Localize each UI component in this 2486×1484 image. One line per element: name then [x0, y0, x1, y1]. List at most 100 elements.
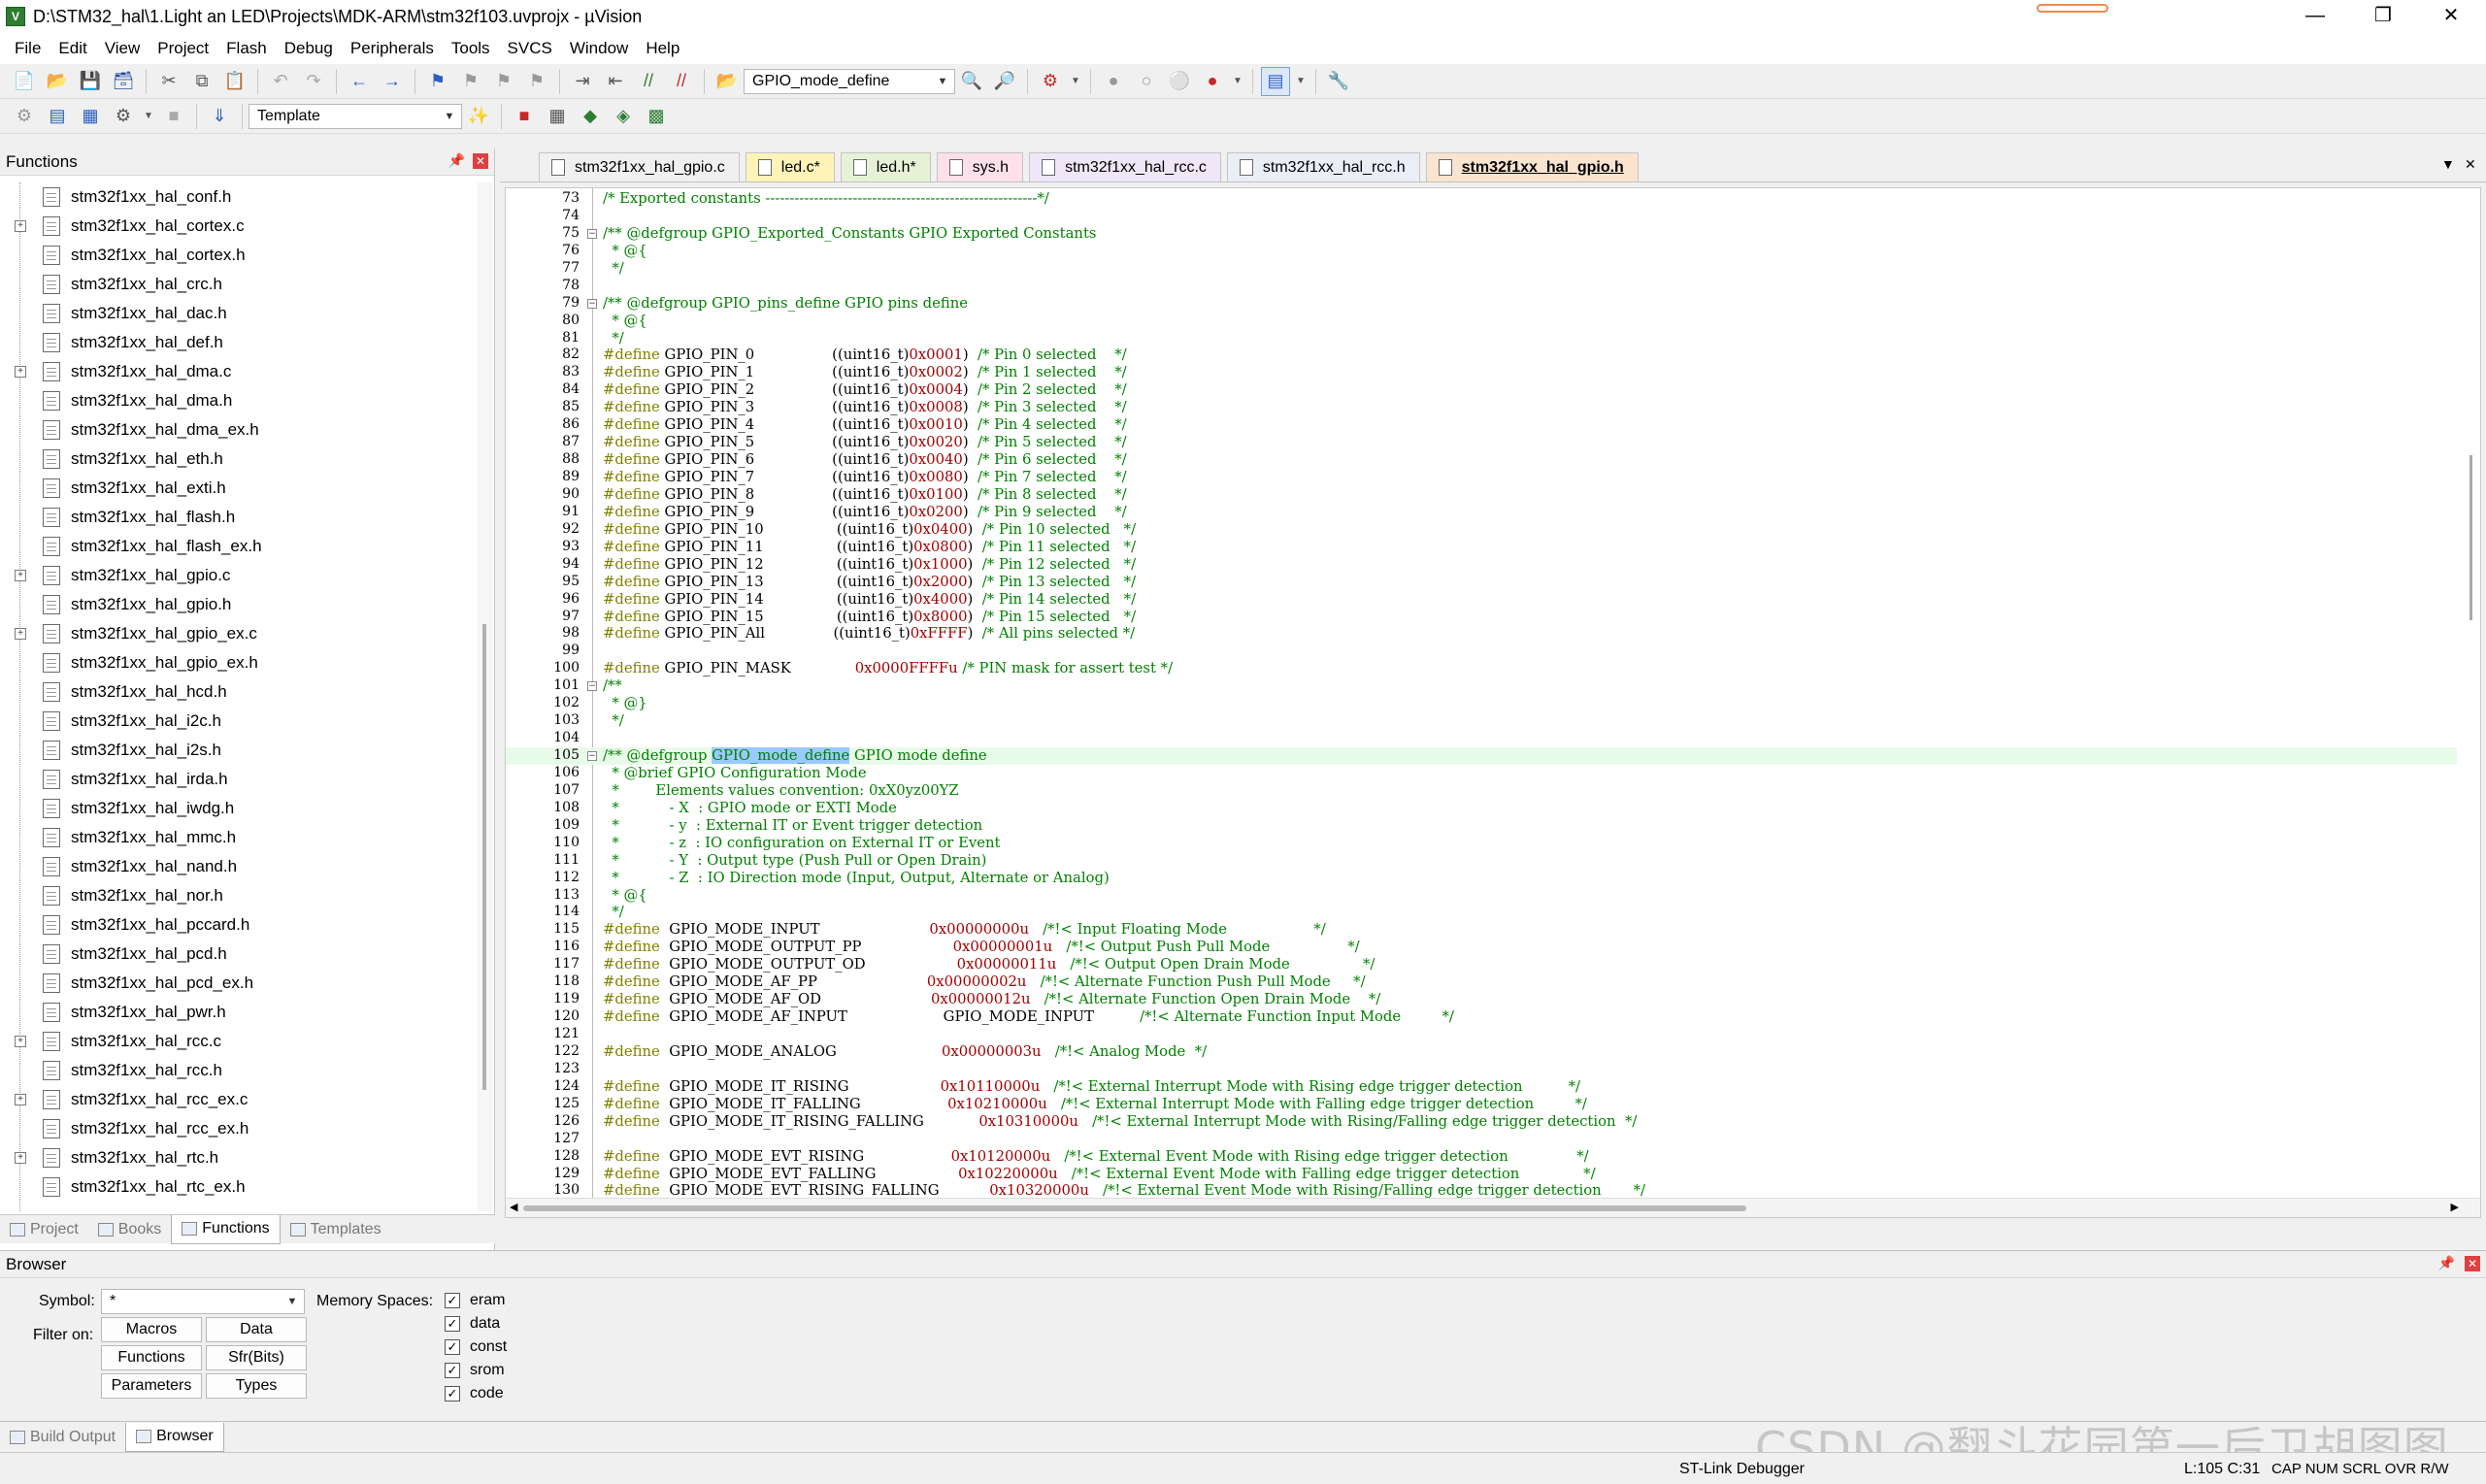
- breakpoint-icon[interactable]: ●: [1099, 67, 1128, 96]
- kill-all-breakpoints-icon[interactable]: ●: [1198, 67, 1227, 96]
- target-options-icon[interactable]: ✨: [464, 102, 493, 131]
- open-file-icon[interactable]: 📂: [43, 67, 72, 96]
- editor-tab[interactable]: stm32f1xx_hal_rcc.h: [1226, 152, 1420, 181]
- pin-icon[interactable]: 📌: [2438, 1255, 2455, 1271]
- tree-item[interactable]: stm32f1xx_hal_flash.h: [0, 503, 478, 532]
- editor-tab[interactable]: stm32f1xx_hal_rcc.c: [1029, 152, 1221, 181]
- menu-flash[interactable]: Flash: [217, 39, 276, 58]
- scroll-thumb[interactable]: [523, 1205, 1746, 1211]
- symbol-combo[interactable]: * ▼: [101, 1289, 305, 1314]
- menu-view[interactable]: View: [96, 39, 149, 58]
- file-extensions-icon[interactable]: ■: [510, 102, 539, 131]
- scroll-left-icon[interactable]: ◀: [510, 1201, 517, 1213]
- chevron-down-icon[interactable]: ▼: [282, 1292, 302, 1311]
- tab-books[interactable]: Books: [88, 1215, 171, 1244]
- tree-item[interactable]: stm32f1xx_hal_rcc.h: [0, 1056, 478, 1085]
- fold-icon[interactable]: −: [587, 681, 597, 692]
- disable-breakpoint-icon[interactable]: ○: [1132, 67, 1161, 96]
- vertical-scrollbar[interactable]: [2463, 188, 2480, 1198]
- find-icon[interactable]: 🔍: [957, 67, 986, 96]
- minimize-button[interactable]: —: [2281, 0, 2349, 33]
- comment-icon[interactable]: //: [634, 67, 663, 96]
- close-icon[interactable]: ✕: [473, 153, 488, 169]
- tree-item[interactable]: + stm32f1xx_hal_gpio_ex.c: [0, 619, 478, 648]
- expand-icon[interactable]: +: [15, 1152, 26, 1164]
- disable-all-breakpoints-icon[interactable]: ⚪: [1165, 67, 1194, 96]
- tree-item[interactable]: stm32f1xx_hal_pwr.h: [0, 998, 478, 1027]
- incremental-find-icon[interactable]: 🔎: [990, 67, 1019, 96]
- scroll-right-icon[interactable]: ▶: [2451, 1201, 2459, 1213]
- tab-project[interactable]: Project: [0, 1215, 88, 1244]
- manage-components-icon[interactable]: ▦: [543, 102, 572, 131]
- expand-icon[interactable]: +: [15, 1094, 26, 1105]
- tree-item[interactable]: + stm32f1xx_hal_rcc.c: [0, 1027, 478, 1056]
- memory-const-checkbox[interactable]: ✓: [445, 1339, 460, 1355]
- menu-svcs[interactable]: SVCS: [499, 39, 561, 58]
- memory-data-checkbox[interactable]: ✓: [445, 1316, 460, 1332]
- editor-tab[interactable]: stm32f1xx_hal_gpio.c: [539, 152, 740, 181]
- rte-icon[interactable]: ◆: [576, 102, 605, 131]
- save-icon[interactable]: 💾: [76, 67, 105, 96]
- configure-icon[interactable]: 🔧: [1324, 67, 1353, 96]
- tree-item[interactable]: + stm32f1xx_hal_rcc_ex.c: [0, 1085, 478, 1114]
- find-combo[interactable]: GPIO_mode_define ▼: [744, 68, 955, 94]
- editor-tab[interactable]: sys.h: [936, 152, 1024, 181]
- close-tab-icon[interactable]: ✕: [2465, 156, 2476, 173]
- download-icon[interactable]: ⇓: [205, 102, 234, 131]
- save-all-icon[interactable]: 🗃: [109, 67, 138, 96]
- editor-tab[interactable]: led.h*: [840, 152, 931, 181]
- tree-item[interactable]: stm32f1xx_hal_crc.h: [0, 270, 478, 299]
- tree-item[interactable]: stm32f1xx_hal_cortex.h: [0, 241, 478, 270]
- tab-templates[interactable]: Templates: [281, 1215, 391, 1244]
- build-icon[interactable]: ▤: [43, 102, 72, 131]
- chevron-down-icon[interactable]: ▼: [1231, 67, 1244, 96]
- editor-tab[interactable]: led.c*: [745, 152, 835, 181]
- scroll-thumb[interactable]: [2469, 455, 2472, 620]
- tree-item[interactable]: stm32f1xx_hal_iwdg.h: [0, 794, 478, 823]
- horizontal-scrollbar[interactable]: ◀ ▶: [506, 1198, 2480, 1217]
- menu-debug[interactable]: Debug: [276, 39, 342, 58]
- tree-item[interactable]: stm32f1xx_hal_nor.h: [0, 881, 478, 910]
- chevron-down-icon[interactable]: ▼: [1069, 67, 1082, 96]
- memory-srom-checkbox[interactable]: ✓: [445, 1363, 460, 1378]
- uncomment-icon[interactable]: //: [667, 67, 696, 96]
- menu-project[interactable]: Project: [149, 39, 217, 58]
- undo-icon[interactable]: ↶: [266, 67, 295, 96]
- translate-icon[interactable]: ⚙: [10, 102, 39, 131]
- memory-eram-checkbox[interactable]: ✓: [445, 1293, 460, 1308]
- unindent-icon[interactable]: ⇤: [601, 67, 630, 96]
- tree-item[interactable]: stm32f1xx_hal_dma_ex.h: [0, 415, 478, 445]
- menu-edit[interactable]: Edit: [50, 39, 95, 58]
- menu-help[interactable]: Help: [637, 39, 688, 58]
- menu-peripherals[interactable]: Peripherals: [342, 39, 443, 58]
- expand-icon[interactable]: +: [15, 220, 26, 232]
- pin-icon[interactable]: 📌: [448, 152, 465, 169]
- filter-functions-button[interactable]: Functions: [101, 1345, 202, 1370]
- chevron-down-icon[interactable]: ▼: [1294, 67, 1308, 96]
- tree-item[interactable]: stm32f1xx_hal_conf.h: [0, 182, 478, 212]
- tree-item[interactable]: stm32f1xx_hal_dma.h: [0, 386, 478, 415]
- bookmark-icon[interactable]: ⚑: [423, 67, 452, 96]
- tree-item[interactable]: stm32f1xx_hal_irda.h: [0, 765, 478, 794]
- select-software-packs-icon[interactable]: ▩: [642, 102, 671, 131]
- nav-forward-icon[interactable]: →: [378, 67, 407, 96]
- tree-item[interactable]: stm32f1xx_hal_gpio_ex.h: [0, 648, 478, 677]
- pack-installer-icon[interactable]: ◈: [609, 102, 638, 131]
- scroll-thumb[interactable]: [482, 624, 486, 1090]
- tree-item[interactable]: stm32f1xx_hal_i2c.h: [0, 707, 478, 736]
- tree-item[interactable]: + stm32f1xx_hal_dma.c: [0, 357, 478, 386]
- filter-macros-button[interactable]: Macros: [101, 1317, 202, 1342]
- menu-window[interactable]: Window: [561, 39, 637, 58]
- tree-item[interactable]: stm32f1xx_hal_pccard.h: [0, 910, 478, 940]
- clear-bookmarks-icon[interactable]: ⚑: [522, 67, 551, 96]
- indent-icon[interactable]: ⇥: [568, 67, 597, 96]
- tab-list-icon[interactable]: ▼: [2441, 156, 2455, 172]
- tree-item[interactable]: stm32f1xx_hal_hcd.h: [0, 677, 478, 707]
- debug-start-icon[interactable]: ⚙: [1036, 67, 1065, 96]
- tree-item[interactable]: stm32f1xx_hal_gpio.h: [0, 590, 478, 619]
- chevron-down-icon[interactable]: ▼: [440, 107, 459, 126]
- stop-build-icon[interactable]: ■: [159, 102, 188, 131]
- tree-item[interactable]: stm32f1xx_hal_rtc_ex.h: [0, 1172, 478, 1202]
- tree-item[interactable]: stm32f1xx_hal_rcc_ex.h: [0, 1114, 478, 1143]
- filter-data-button[interactable]: Data: [206, 1317, 307, 1342]
